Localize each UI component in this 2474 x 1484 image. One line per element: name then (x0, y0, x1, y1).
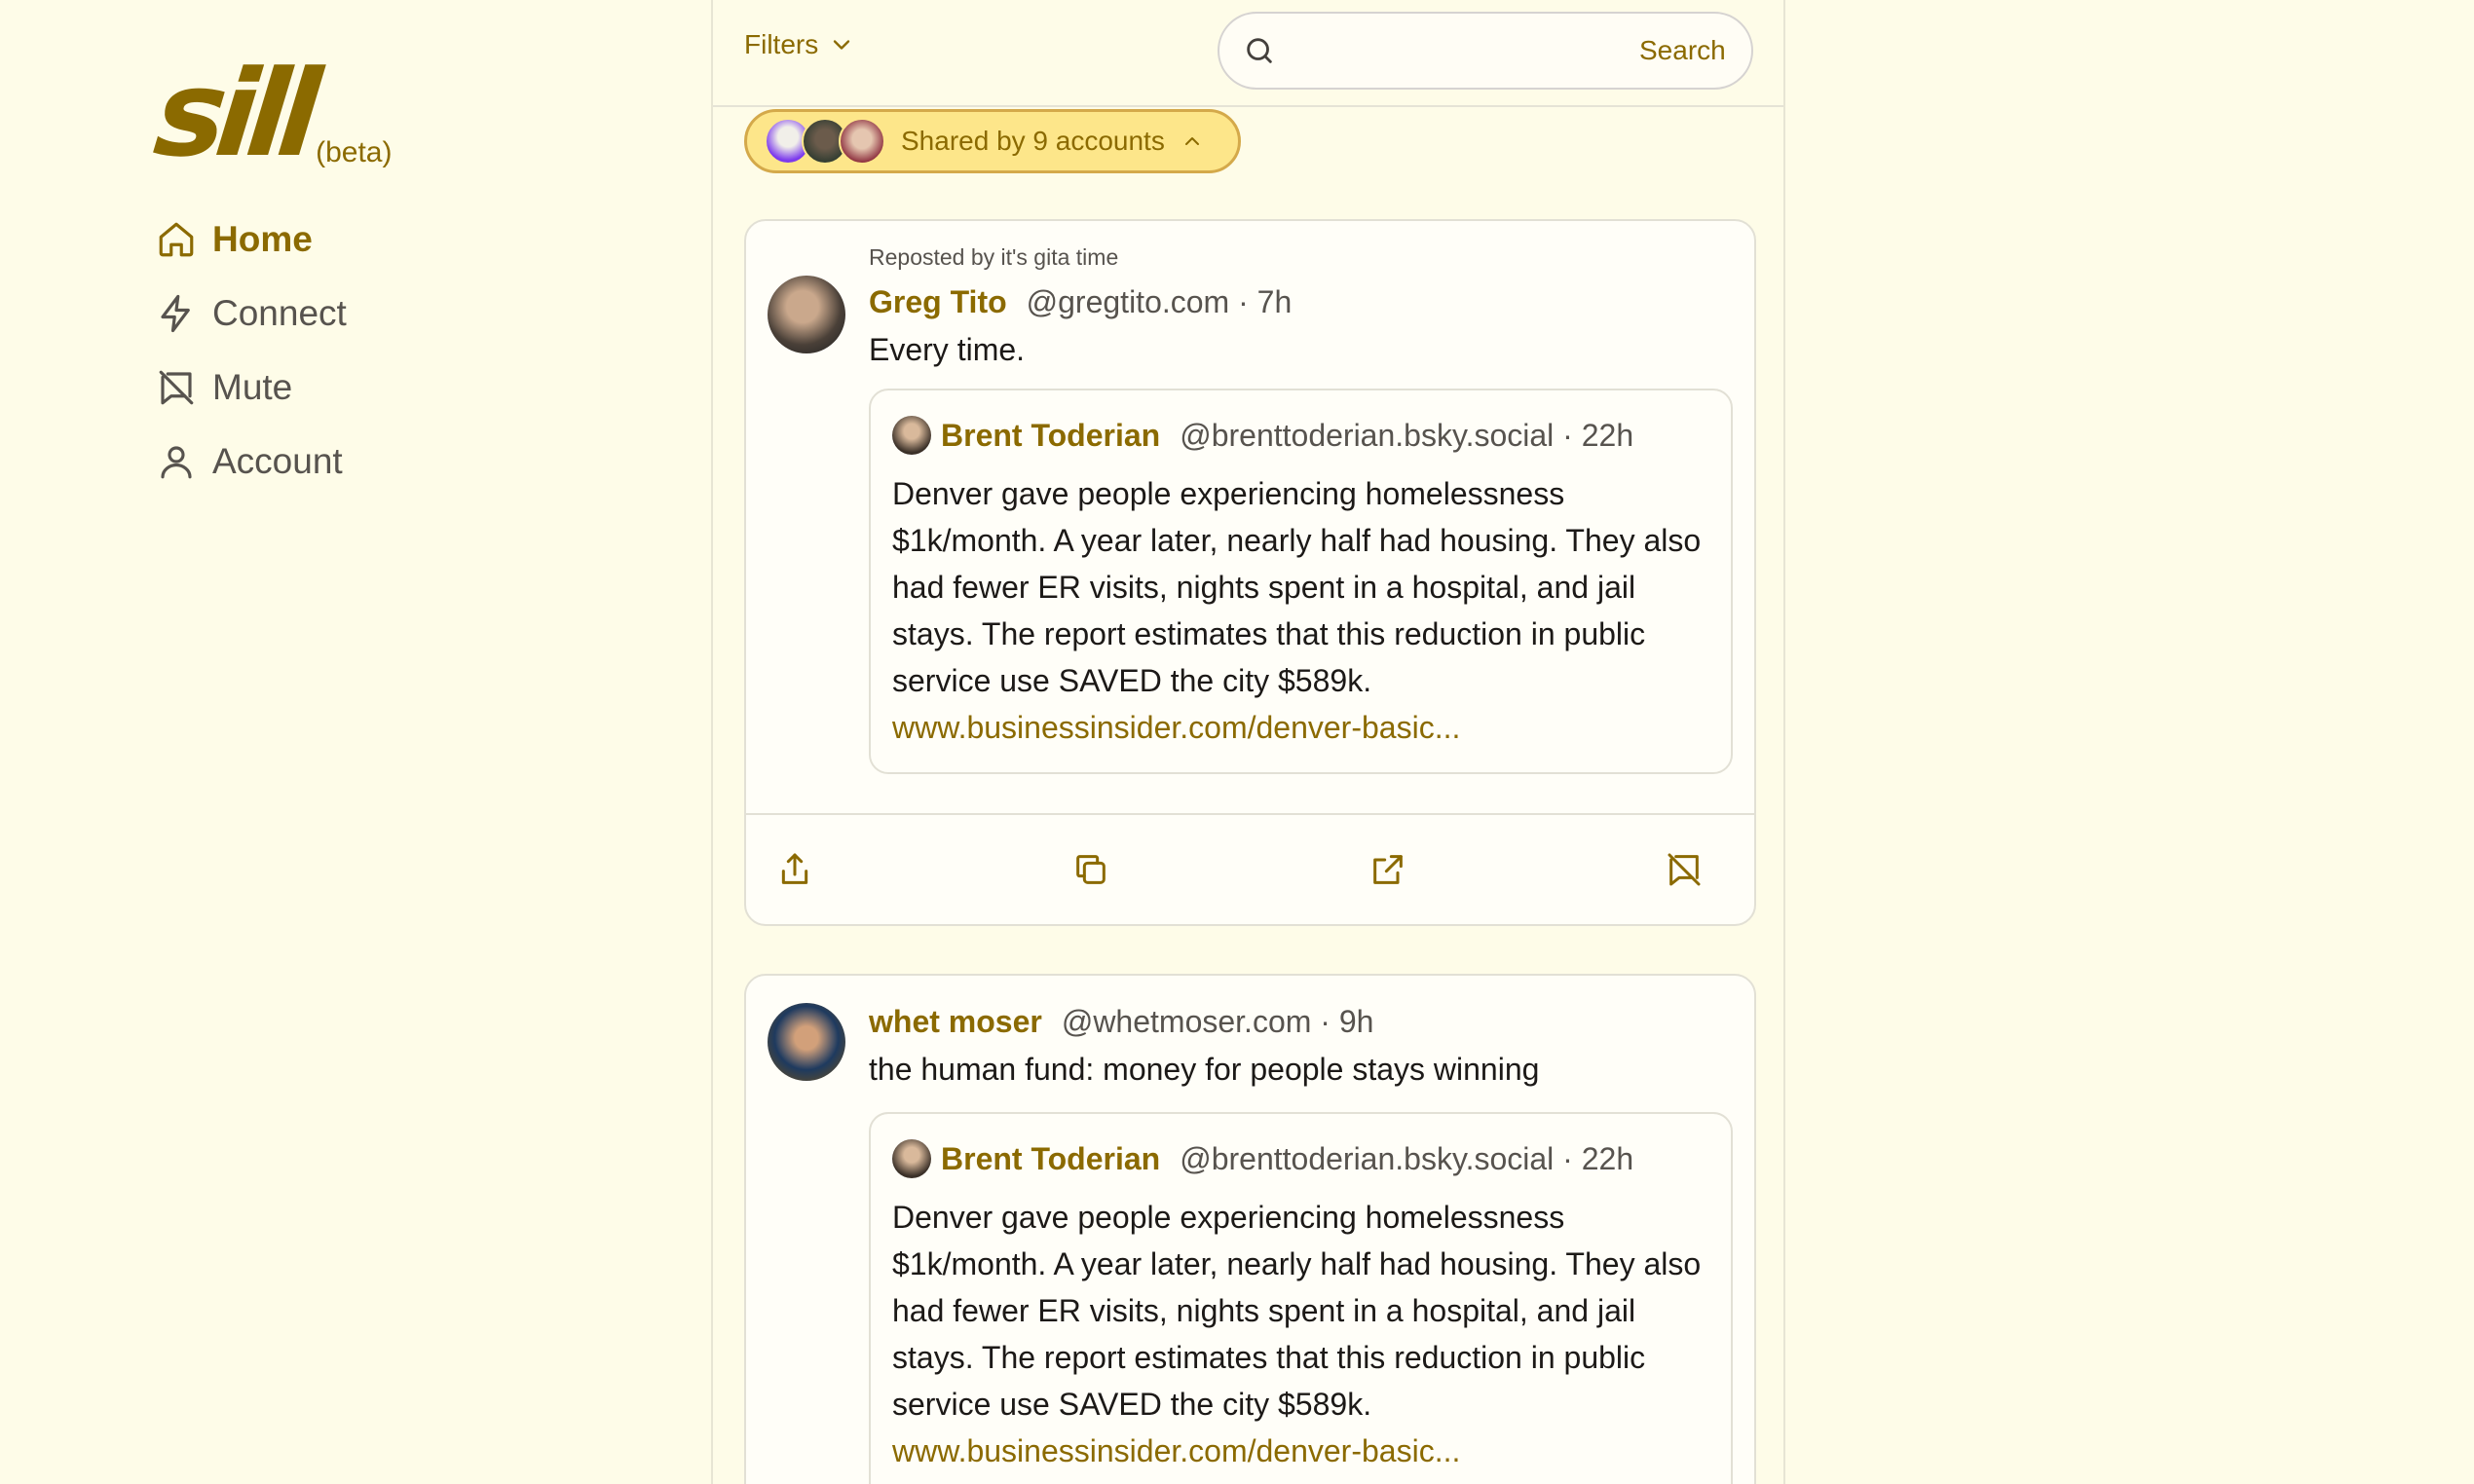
user-icon (161, 446, 192, 479)
quote-author-handle: @brenttoderian.bsky.social · 22h (1180, 417, 1634, 453)
quote-link[interactable]: www.businessinsider.com/denver-basic... (892, 704, 1709, 751)
post-card: whet moser @whetmoser.com · 9h the human… (744, 974, 1756, 1484)
avatar (892, 1139, 931, 1178)
quote-text: Denver gave people experiencing homeless… (892, 1200, 1702, 1422)
author-handle: @whetmoser.com · 9h (1061, 1003, 1374, 1039)
post-body: whet moser @whetmoser.com · 9h the human… (869, 997, 1733, 1088)
app-root: sill (beta) Home Connect Mute Account Fi… (0, 0, 2474, 1484)
chevron-up-icon (1184, 137, 1199, 145)
top-bar: Filters Search (713, 0, 1783, 107)
nav-label-connect: Connect (212, 293, 347, 333)
copy-icon[interactable] (1071, 850, 1110, 889)
post-actions (746, 813, 1754, 924)
nav-item-connect[interactable]: Connect (156, 277, 701, 351)
quote-author-name[interactable]: Brent Toderian (941, 1141, 1160, 1177)
filters-button[interactable]: Filters (744, 29, 855, 60)
shared-by-label: Shared by 9 accounts (901, 126, 1165, 156)
quote-author-name[interactable]: Brent Toderian (941, 418, 1160, 454)
quote-author-handle: @brenttoderian.bsky.social · 22h (1180, 1140, 1634, 1176)
author-name[interactable]: Greg Tito (869, 284, 1007, 320)
nav-label-mute: Mute (212, 367, 293, 407)
sidebar: sill (beta) Home Connect Mute Account (149, 45, 701, 499)
nav-item-mute[interactable]: Mute (156, 351, 701, 425)
quote-header: Brent Toderian @brenttoderian.bsky.socia… (892, 1135, 1709, 1182)
post-text: the human fund: money for people stays w… (869, 1052, 1540, 1087)
search-button[interactable]: Search (1639, 35, 1726, 66)
author-name[interactable]: whet moser (869, 1004, 1042, 1040)
beta-badge: (beta) (316, 136, 393, 168)
quoted-post[interactable]: Brent Toderian @brenttoderian.bsky.socia… (869, 389, 1733, 774)
quoted-post[interactable]: Brent Toderian @brenttoderian.bsky.socia… (869, 1112, 1733, 1484)
avatar[interactable] (768, 1003, 845, 1081)
main-nav: Home Connect Mute Account (156, 203, 701, 499)
quote-header: Brent Toderian @brenttoderian.bsky.socia… (892, 412, 1709, 459)
feed-column: Filters Search Shared by 9 accounts Repo… (711, 0, 1785, 1484)
quote-link[interactable]: www.businessinsider.com/denver-basic... (892, 1428, 1709, 1474)
search-box: Search (1218, 12, 1753, 90)
nav-item-account[interactable]: Account (156, 425, 701, 499)
brand[interactable]: sill (beta) (149, 45, 701, 183)
logo[interactable]: sill (149, 45, 318, 183)
home-icon (159, 222, 194, 257)
search-input[interactable] (1288, 21, 1639, 80)
search-icon (1247, 38, 1272, 63)
mute-icon[interactable] (1665, 850, 1704, 889)
quote-text: Denver gave people experiencing homeless… (892, 476, 1702, 698)
lightning-icon (161, 294, 190, 333)
nav-label-account: Account (212, 441, 343, 481)
post-header: whet moser @whetmoser.com · 9h (869, 997, 1733, 1046)
post-body: Reposted by it's gita time Greg Tito @gr… (869, 244, 1733, 368)
share-icon[interactable] (775, 850, 814, 889)
author-handle: @gregtito.com · 7h (1026, 283, 1293, 319)
nav-label-home: Home (212, 219, 313, 259)
external-link-icon[interactable] (1368, 850, 1407, 889)
post-header: Greg Tito @gregtito.com · 7h (869, 278, 1733, 326)
avatar (892, 416, 931, 455)
avatar (839, 118, 885, 165)
avatar[interactable] (768, 276, 845, 353)
nav-item-home[interactable]: Home (156, 203, 701, 277)
mute-icon (159, 370, 194, 405)
post-text: Every time. (869, 332, 1026, 367)
shared-by-toggle[interactable]: Shared by 9 accounts (744, 109, 1241, 173)
chevron-down-icon (834, 40, 850, 50)
post-card: Reposted by it's gita time Greg Tito @gr… (744, 219, 1756, 926)
sharer-avatars (765, 118, 885, 165)
repost-label: Reposted by it's gita time (869, 244, 1119, 270)
filters-label: Filters (744, 29, 819, 59)
